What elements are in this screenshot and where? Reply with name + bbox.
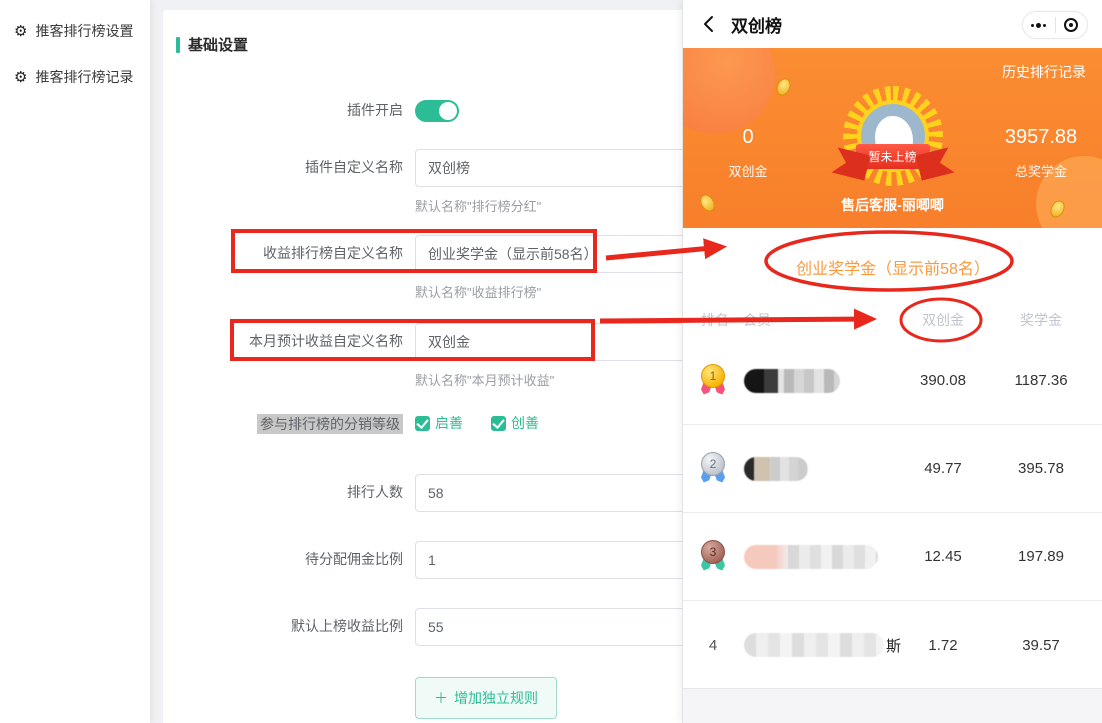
ranking-row-1[interactable]: 1 390.08 1187.36 xyxy=(683,337,1102,425)
field-label: 收益排行榜自定义名称 xyxy=(263,245,403,261)
medal-rank-number: 3 xyxy=(701,540,725,564)
default-income-ratio-input[interactable] xyxy=(415,608,715,646)
plus-icon: ＋ xyxy=(434,690,448,706)
ranking-banner: 历史排行记录 0 双创金 3957.88 总奖学金 暂未上榜 售后客服-丽唧唧 xyxy=(683,48,1102,228)
board-title: 创业奖学金（显示前58名） xyxy=(796,261,990,278)
checkbox-checked-icon xyxy=(491,415,506,431)
user-name: 售后客服-丽唧唧 xyxy=(841,197,944,213)
sidebar-item-ranking-settings[interactable]: ⚙ 推客排行榜设置 xyxy=(0,8,150,54)
field-label: 插件自定义名称 xyxy=(305,159,403,175)
rank-count-input[interactable] xyxy=(415,474,715,512)
scholarship-value: 197.89 xyxy=(1018,548,1064,565)
phone-page-title: 双创榜 xyxy=(731,16,782,36)
silver-medal-icon: 2 xyxy=(701,452,725,485)
form-row-monthly-income-name: 本月预计收益自定义名称 默认名称"本月预计收益" xyxy=(163,322,715,389)
member-name-blurred xyxy=(744,544,878,569)
close-target-icon[interactable] xyxy=(1056,12,1088,38)
score-value: 390.08 xyxy=(920,372,966,389)
col-header-score: 双创金 xyxy=(922,312,964,328)
section-title: 基础设置 xyxy=(188,37,249,54)
plugin-enabled-toggle[interactable] xyxy=(415,100,459,122)
not-listed-ribbon: 暂未上榜 xyxy=(855,144,930,169)
stat-label: 双创金 xyxy=(728,164,768,179)
checkbox-checked-icon xyxy=(415,415,430,431)
bronze-medal-icon: 3 xyxy=(701,540,725,573)
add-rule-button[interactable]: ＋ 增加独立规则 xyxy=(415,677,557,719)
form-row-commission-ratio: 待分配佣金比例 xyxy=(163,540,715,579)
scholarship-value: 39.57 xyxy=(1022,636,1060,654)
field-helper: 默认名称"排行榜分红" xyxy=(415,199,542,214)
history-ranking-link[interactable]: 历史排行记录 xyxy=(1002,62,1086,82)
phone-footer-area xyxy=(683,688,1102,723)
ranking-table-header: 排名 会员 双创金 奖学金 xyxy=(683,310,1102,330)
menu-dots-icon[interactable] xyxy=(1023,12,1055,38)
income-rank-name-input[interactable] xyxy=(415,235,715,273)
field-label: 插件开启 xyxy=(347,102,403,118)
sidebar-item-ranking-records[interactable]: ⚙ 推客排行榜记录 xyxy=(0,54,150,100)
form-row-plugin-toggle: 插件开启 xyxy=(163,91,459,129)
app-screen: ⚙ 推客排行榜设置 ⚙ 推客排行榜记录 基础设置 插件开启 插件自定义名称 默认… xyxy=(0,0,1102,723)
back-icon[interactable] xyxy=(699,14,719,34)
form-row-rank-count: 排行人数 xyxy=(163,473,715,512)
gear-icon: ⚙ xyxy=(14,22,28,40)
plugin-name-input[interactable] xyxy=(415,149,715,187)
phone-preview: 双创榜 历史排行记录 0 双创金 3957.88 总奖学金 暂未上榜 售后客服-… xyxy=(682,0,1102,723)
ranking-row-4[interactable]: 4 斯 1.72 39.57 xyxy=(683,601,1102,689)
checkbox-label: 启善 xyxy=(435,415,463,431)
levels-label-highlighted: 参与排行榜的分销等级 xyxy=(257,414,403,434)
add-rule-label: 增加独立规则 xyxy=(454,690,538,706)
form-row-plugin-name: 插件自定义名称 默认名称"排行榜分红" xyxy=(163,148,715,215)
field-label: 参与排行榜的分销等级 xyxy=(163,405,415,443)
field-helper: 默认名称"本月预计收益" xyxy=(415,373,555,388)
stat-label: 总奖学金 xyxy=(1014,164,1067,179)
form-row-income-rank-name: 收益排行榜自定义名称 默认名称"收益排行榜" xyxy=(163,234,715,301)
scholarship-value: 395.78 xyxy=(1018,460,1064,477)
level-checkbox-chuangshan[interactable]: 创善 xyxy=(491,413,539,433)
form-row-levels: 参与排行榜的分销等级 启善 创善 xyxy=(163,405,539,443)
scholarship-value: 1187.36 xyxy=(1014,372,1068,389)
medal-rank-number: 1 xyxy=(701,364,725,388)
checkbox-label: 创善 xyxy=(511,415,539,431)
phone-nav-bar: 双创榜 xyxy=(683,0,1102,48)
stat-value: 0 xyxy=(742,126,754,148)
field-label: 本月预计收益自定义名称 xyxy=(249,333,403,349)
member-name-blurred xyxy=(744,456,808,481)
my-score-stat: 0 双创金 xyxy=(693,126,803,180)
score-value: 12.45 xyxy=(924,548,962,565)
commission-ratio-input[interactable] xyxy=(415,541,715,579)
field-label: 排行人数 xyxy=(347,484,403,500)
section-header: 基础设置 xyxy=(176,34,248,55)
member-name-blurred xyxy=(744,368,840,393)
form-row-default-income-ratio: 默认上榜收益比例 xyxy=(163,607,715,646)
field-helper: 默认名称"收益排行榜" xyxy=(415,285,542,300)
sidebar: ⚙ 推客排行榜设置 ⚙ 推客排行榜记录 xyxy=(0,0,150,723)
toggle-knob xyxy=(439,102,457,120)
coin-icon xyxy=(773,76,794,98)
gold-medal-icon: 1 xyxy=(701,364,725,397)
field-label: 默认上榜收益比例 xyxy=(291,618,403,634)
ranking-rows: 1 390.08 1187.36 2 49.77 395.78 3 12.45 … xyxy=(683,337,1102,689)
medal-rank-number: 2 xyxy=(701,452,725,476)
col-header-member: 会员 xyxy=(743,312,771,328)
section-accent-bar xyxy=(176,36,180,53)
member-name-visible-part: 斯 xyxy=(886,637,902,655)
member-name-blurred: 斯 xyxy=(744,633,901,657)
decor-circle xyxy=(683,48,775,134)
monthly-income-name-input[interactable] xyxy=(415,323,715,361)
ranking-row-3[interactable]: 3 12.45 197.89 xyxy=(683,513,1102,601)
sidebar-item-label: 推客排行榜记录 xyxy=(35,69,134,85)
col-header-rank: 排名 xyxy=(701,312,729,328)
score-value: 1.72 xyxy=(928,636,958,654)
rank-number: 4 xyxy=(708,636,718,654)
sidebar-item-label: 推客排行榜设置 xyxy=(35,23,134,39)
gear-icon: ⚙ xyxy=(14,68,28,86)
level-checkbox-qishan[interactable]: 启善 xyxy=(415,413,463,433)
total-scholarship-stat: 3957.88 总奖学金 xyxy=(986,126,1096,180)
score-value: 49.77 xyxy=(924,460,962,477)
field-label: 待分配佣金比例 xyxy=(305,551,403,567)
col-header-scholarship: 奖学金 xyxy=(1020,312,1062,328)
ranking-row-2[interactable]: 2 49.77 395.78 xyxy=(683,425,1102,513)
stat-value: 3957.88 xyxy=(1004,126,1078,148)
miniprogram-capsule xyxy=(1022,11,1088,39)
